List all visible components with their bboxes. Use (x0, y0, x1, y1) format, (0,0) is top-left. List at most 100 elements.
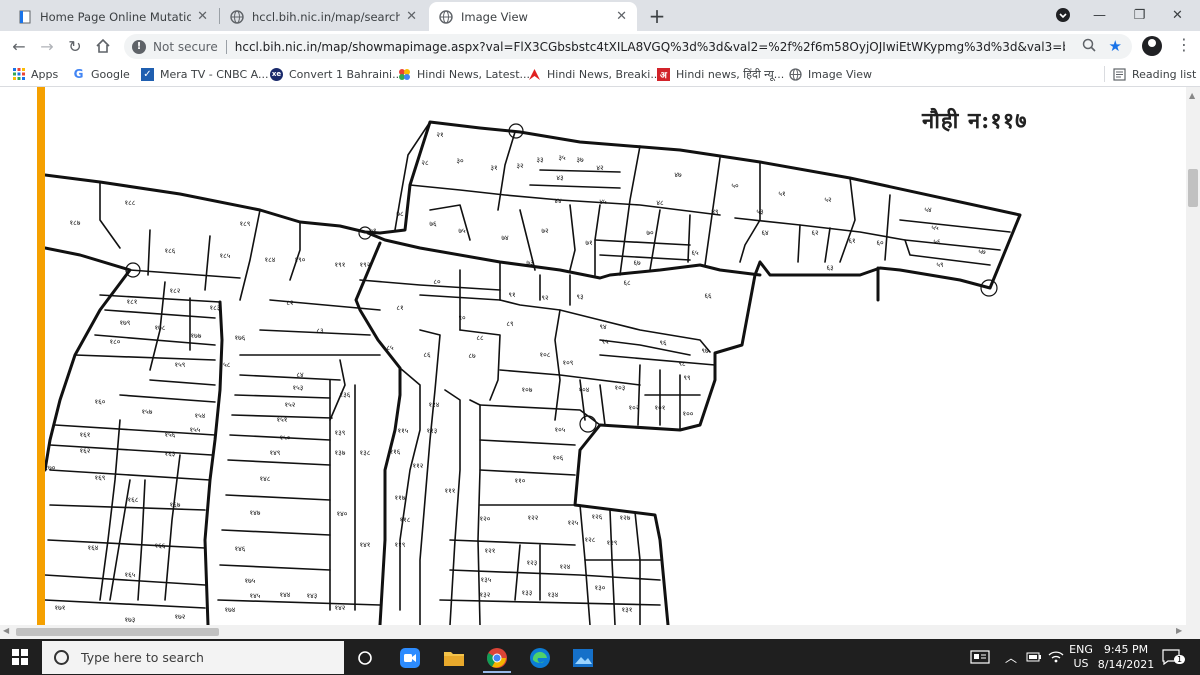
tab-searchviewmap[interactable]: hccl.bih.nic.in/map/searchviewma ✕ (220, 2, 427, 31)
parcel-number-label: ६० (876, 239, 884, 247)
horizontal-scroll-thumb[interactable] (16, 628, 219, 636)
menu-kebab-icon[interactable]: ⋮ (1176, 35, 1192, 54)
parcel-number-label: १०५ (555, 426, 566, 434)
parcel-number-label: ९७ (701, 347, 709, 355)
parcel-number-label: १४७ (250, 509, 261, 517)
vertical-scrollbar[interactable]: ▲ (1186, 87, 1200, 625)
parcel-number-label: १२६ (592, 513, 603, 521)
chrome-app-button[interactable] (479, 643, 515, 673)
bookmark-convert-bahraini[interactable]: xe Convert 1 Bahraini... (270, 66, 403, 82)
parcel-number-label: १८८ (125, 199, 136, 207)
bookmark-apps[interactable]: Apps (12, 66, 58, 82)
horizontal-scrollbar[interactable]: ◀ ▶ (0, 625, 1200, 639)
parcel-number-label: ६६ (704, 292, 712, 300)
bookmark-hindi-news-latest[interactable]: Hindi News, Latest... (398, 66, 530, 82)
zoom-app-button[interactable] (392, 643, 428, 673)
battery-icon[interactable] (1026, 639, 1042, 675)
parcel-number-label: १०८ (540, 351, 551, 359)
edge-app-button[interactable] (522, 643, 558, 673)
forward-arrow-icon: → (40, 36, 54, 56)
reading-list-button[interactable]: Reading list (1113, 66, 1196, 82)
globe-icon (439, 9, 453, 24)
parcel-number-label: १५० (280, 434, 291, 442)
language-indicator[interactable]: ENG US (1069, 639, 1093, 675)
warning-icon[interactable]: ! (132, 39, 146, 54)
edge-icon (530, 648, 550, 668)
home-button[interactable] (92, 35, 114, 57)
parcel-number-label: ५१ (778, 190, 785, 198)
bookmark-hindi-news-breaking[interactable]: Hindi News, Breaki... (528, 66, 661, 82)
parcel-number-label: ५६ (933, 238, 941, 246)
parcel-number-label: ९० (458, 314, 466, 322)
parcel-number-label: ८५ (386, 344, 394, 352)
language-bottom: US (1073, 657, 1089, 670)
vertical-scroll-thumb[interactable] (1188, 169, 1198, 207)
parcel-number-label: ८७ (468, 352, 476, 360)
zoom-icon[interactable] (1082, 38, 1096, 56)
tray-chevron-up-icon[interactable]: ︿ (1005, 639, 1017, 675)
parcel-number-label: ११५ (398, 427, 409, 435)
bookmark-google[interactable]: G Google (72, 66, 130, 82)
file-explorer-button[interactable] (436, 643, 472, 673)
parcel-number-label: १६९ (95, 474, 106, 482)
parcel-number-label: १२३ (527, 559, 538, 567)
parcel-number-label: १६० (95, 398, 106, 406)
tab-close-icon[interactable]: ✕ (616, 9, 627, 24)
news-widget-icon[interactable] (970, 639, 990, 675)
cadastral-map-image[interactable]: २१ २८ ३० ३१ ३२ ३३ ३५ ३७ ४२ ४३ ४४ ४५ ४७ ४८ ४९ ५० ५१ ५२ ५३ ५४… (45, 87, 1186, 625)
parcel-number-label: १५४ (195, 412, 206, 420)
back-button[interactable]: ← (8, 35, 30, 57)
bookmark-star-icon[interactable]: ★ (1109, 37, 1122, 55)
tab-home-page-online-mutation[interactable]: Home Page Online Mutation ✕ (8, 2, 218, 31)
red-arrow-icon (528, 68, 541, 81)
parcel-number-label: ४४ (554, 197, 562, 205)
photos-app-button[interactable] (565, 643, 601, 673)
address-bar[interactable]: ! Not secure hccl.bih.nic.in/map/showmap… (124, 34, 1132, 59)
task-view-button[interactable] (347, 643, 383, 673)
profile-avatar-icon[interactable] (1142, 36, 1162, 56)
bookmark-mera-tv[interactable]: ✓ Mera TV - CNBC A... (141, 66, 269, 82)
taskbar-search-box[interactable]: Type here to search (42, 641, 344, 674)
parcel-number-label: ११२ (413, 462, 424, 470)
parcel-number-label: ४२ (596, 164, 604, 172)
bookmark-hindi-news-amar-ujala[interactable]: अ Hindi news, हिंदी न्यू... (657, 66, 784, 82)
clock[interactable]: 9:45 PM 8/14/2021 (1098, 639, 1154, 675)
url-text[interactable]: hccl.bih.nic.in/map/showmapimage.aspx?va… (235, 40, 1065, 54)
wifi-icon[interactable] (1048, 639, 1064, 675)
windows-start-icon[interactable] (12, 649, 28, 665)
parcel-number-label: ५७ (978, 248, 986, 256)
parcel-number-label: ५० (731, 182, 739, 190)
reload-button[interactable]: ↻ (64, 35, 86, 57)
tab-close-icon[interactable]: ✕ (406, 9, 417, 24)
parcel-number-label: १४० (337, 510, 348, 518)
parcel-number-label: १०३ (615, 384, 626, 392)
parcel-number-label: ७३ (526, 259, 534, 267)
forward-button[interactable]: → (36, 35, 58, 57)
reading-list-icon (1113, 67, 1126, 81)
parcel-number-label: १७४ (225, 606, 236, 614)
bookmark-label: Mera TV - CNBC A... (160, 67, 269, 81)
bookmark-label: Image View (808, 67, 873, 81)
scroll-left-arrow-icon[interactable]: ◀ (3, 626, 9, 635)
parcel-number-label: १४४ (280, 591, 291, 599)
parcel-number-label: १९२ (360, 261, 371, 269)
parcel-number-label: १६४ (88, 544, 99, 552)
scroll-right-arrow-icon[interactable]: ▶ (1176, 626, 1182, 635)
bookmark-image-view[interactable]: Image View (789, 66, 872, 82)
scroll-up-arrow-icon[interactable]: ▲ (1189, 91, 1195, 100)
close-window-button[interactable]: ✕ (1155, 0, 1200, 30)
tab-close-icon[interactable]: ✕ (197, 9, 208, 24)
minimize-button[interactable]: — (1077, 0, 1122, 30)
parcel-number-label: १७२ (175, 613, 186, 621)
security-label[interactable]: Not secure (153, 40, 218, 54)
tab-image-view[interactable]: Image View ✕ (429, 2, 637, 31)
folder-icon (444, 652, 464, 666)
parcel-number-label: १७५ (245, 577, 256, 585)
parcel-number-label: ९३ (576, 293, 584, 301)
tab-title: Image View (461, 9, 528, 24)
notifications-button[interactable]: 1 (1162, 639, 1186, 675)
new-tab-button[interactable]: + (645, 4, 669, 28)
parcel-number-label: १६७ (170, 501, 181, 509)
parcel-number-label: १०९ (563, 359, 574, 367)
parcel-number-label: ७१ (585, 239, 592, 247)
